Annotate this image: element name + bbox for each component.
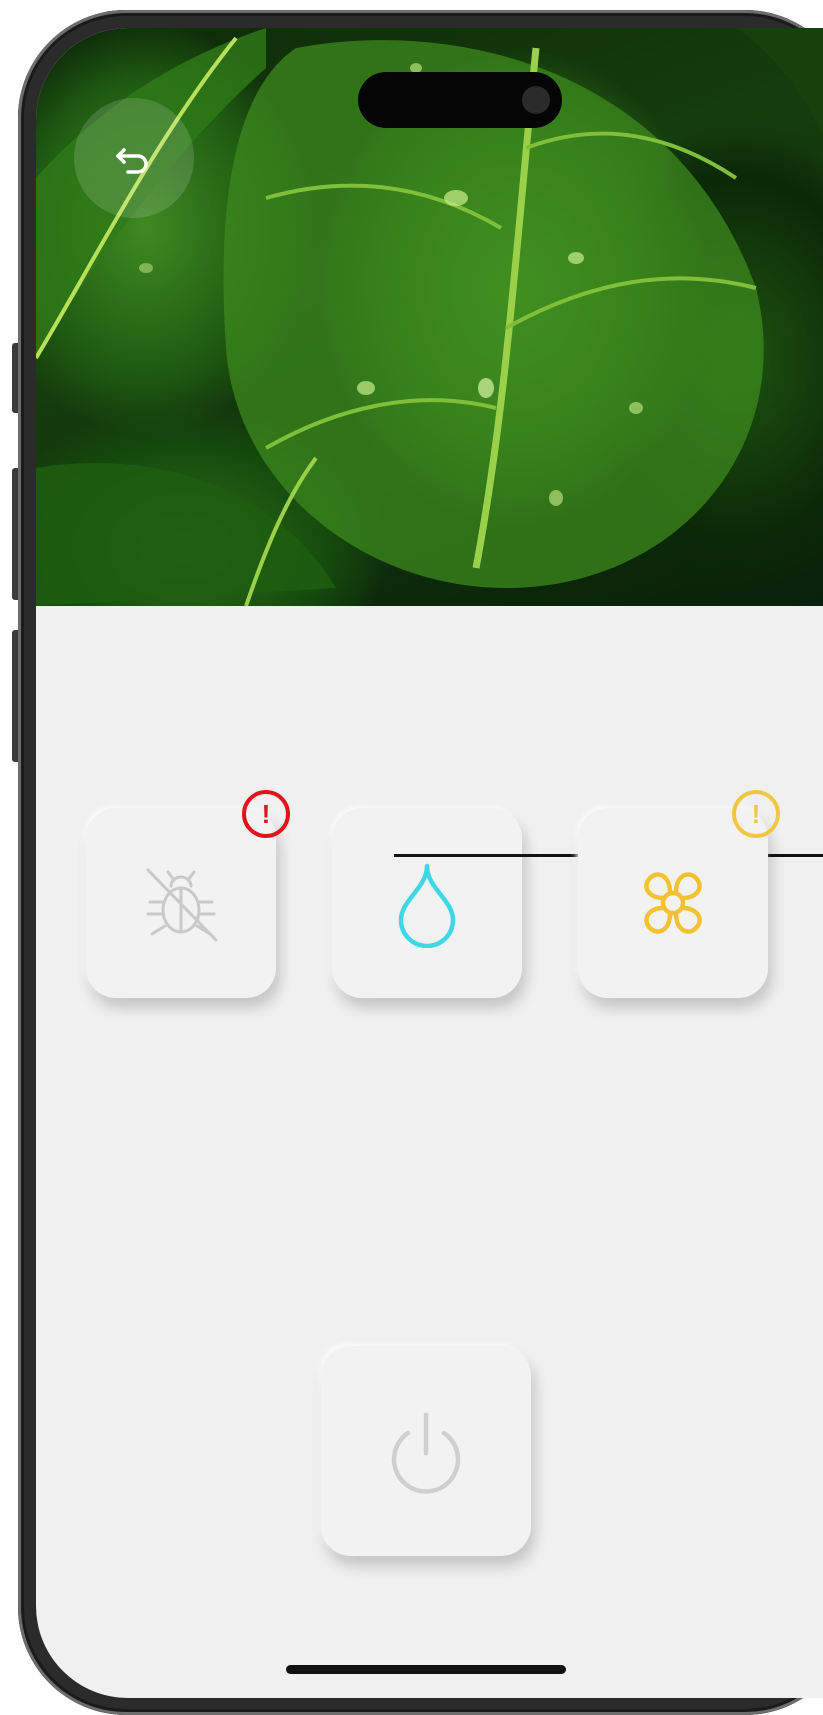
water-button[interactable]: [332, 808, 522, 998]
app-screen: ! !: [36, 28, 823, 1698]
front-camera: [522, 86, 550, 114]
water-drop-icon: [398, 863, 456, 948]
bug-off-icon: [146, 868, 218, 942]
exclamation-circle-icon: !: [751, 799, 761, 829]
home-indicator[interactable]: [286, 1665, 566, 1674]
dynamic-island: [358, 72, 562, 128]
exclamation-circle-icon: !: [261, 799, 271, 829]
undo-arrow-icon: [116, 148, 148, 174]
back-button[interactable]: [74, 98, 194, 218]
power-icon: [391, 1412, 461, 1494]
fertilizer-button[interactable]: [578, 808, 768, 998]
pest-alert-badge: !: [242, 790, 290, 838]
fertilizer-alert-badge: !: [732, 790, 780, 838]
power-button[interactable]: [321, 1346, 531, 1556]
flower-icon: [644, 872, 702, 934]
pest-control-button[interactable]: [86, 808, 276, 998]
